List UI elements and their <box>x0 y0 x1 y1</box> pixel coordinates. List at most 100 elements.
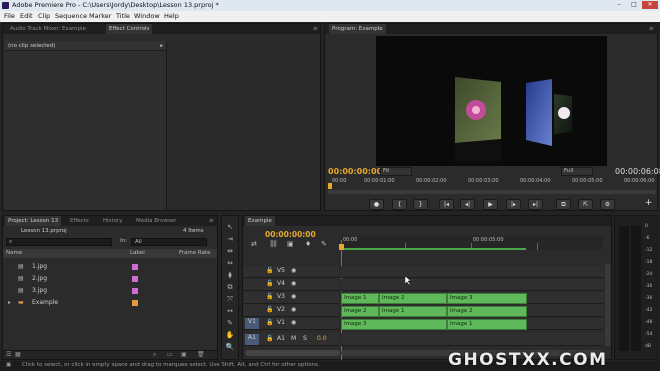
menu-marker[interactable]: Marker <box>89 11 111 22</box>
timeline-clip[interactable]: Image 3 <box>341 319 447 330</box>
lock-icon[interactable]: 🔓 <box>266 306 273 313</box>
work-area-bar[interactable] <box>341 248 526 250</box>
lock-icon[interactable]: 🔓 <box>266 293 273 300</box>
add-marker-button[interactable]: ● <box>369 199 384 210</box>
hand-tool-icon[interactable]: ✋ <box>224 330 236 341</box>
tab-effects[interactable]: Effects <box>67 216 92 226</box>
tab-sequence-example[interactable]: Example <box>245 216 275 226</box>
rate-stretch-tool-icon[interactable]: ↔ <box>224 306 236 317</box>
new-item-icon[interactable]: ▣ <box>181 351 187 358</box>
trash-icon[interactable]: 🗑 <box>197 351 205 358</box>
column-frame-rate[interactable]: Frame Rate <box>179 249 211 258</box>
tab-project[interactable]: Project: Lesson 13 <box>5 216 62 226</box>
column-label[interactable]: Label <box>130 249 145 258</box>
volume-value[interactable]: 0.0 <box>317 335 327 342</box>
vertical-scrollbar[interactable] <box>605 264 610 346</box>
snap-icon[interactable]: ⇄ <box>251 240 257 248</box>
search-input[interactable]: ⌕ <box>6 238 112 246</box>
lock-icon[interactable]: 🔓 <box>266 335 273 342</box>
timeline-timecode[interactable]: 00:00:00:00 <box>265 230 316 239</box>
track-lane-a1[interactable] <box>341 333 603 346</box>
mark-out-button[interactable]: } <box>413 199 428 210</box>
track-lane-v4[interactable] <box>341 279 603 291</box>
timeline-clip[interactable]: Image 1 <box>379 306 447 317</box>
solo-button[interactable]: S <box>303 335 307 342</box>
panel-menu-icon[interactable]: ≡ <box>310 24 321 34</box>
step-forward-button[interactable]: |▸ <box>506 199 521 210</box>
eye-icon[interactable]: ◉ <box>291 306 296 313</box>
rolling-edit-tool-icon[interactable]: ⇔ <box>224 258 236 269</box>
fit-dropdown[interactable]: Fit <box>380 167 412 176</box>
close-button[interactable]: ✕ <box>642 1 658 9</box>
linked-selection-icon[interactable]: ⛓ <box>269 240 278 248</box>
export-frame-button[interactable]: ⧉ <box>556 199 571 210</box>
column-name[interactable]: Name <box>6 249 22 258</box>
source-patch-a1[interactable]: A1 <box>245 334 259 345</box>
in-filter-dropdown[interactable]: All <box>131 238 207 246</box>
find-icon[interactable]: ⌕ <box>153 351 156 359</box>
quality-dropdown[interactable]: Full <box>561 167 593 176</box>
selection-tool-icon[interactable]: ↖ <box>224 222 236 233</box>
timeline-ruler[interactable]: 00:00 00:00:05:00 <box>341 236 603 250</box>
timeline-clip[interactable]: Image 1 <box>341 293 379 304</box>
timeline-clip[interactable]: Image 2 <box>447 306 527 317</box>
zoom-tool-icon[interactable]: 🔍 <box>224 342 236 353</box>
tab-media-browser[interactable]: Media Browser <box>133 216 180 226</box>
timeline-clip[interactable]: Image 1 <box>447 319 527 330</box>
program-ruler[interactable]: 00:00 00:00:01:00 00:00:02:00 00:00:03:0… <box>328 178 656 189</box>
lock-icon[interactable]: 🔓 <box>266 319 273 326</box>
lock-icon[interactable]: 🔓 <box>266 280 273 287</box>
eye-icon[interactable]: ◉ <box>291 293 296 300</box>
panel-menu-icon[interactable]: ≡ <box>206 216 217 226</box>
go-to-in-button[interactable]: |◂ <box>439 199 454 210</box>
track-height-slider[interactable] <box>245 350 340 356</box>
pen-tool-icon[interactable]: ✎ <box>224 318 236 329</box>
ripple-edit-tool-icon[interactable]: ⇹ <box>224 246 236 257</box>
tab-program[interactable]: Program: Example <box>329 24 386 34</box>
step-back-button[interactable]: ◂| <box>460 199 475 210</box>
panel-menu-icon[interactable]: ≡ <box>646 24 657 34</box>
timeline-clip[interactable]: Image 3 <box>447 293 527 304</box>
track-lane-v5[interactable] <box>341 266 603 278</box>
list-view-icon[interactable]: ☰ <box>6 351 11 358</box>
playhead-marker[interactable] <box>339 244 344 250</box>
menu-window[interactable]: Window <box>134 11 160 22</box>
menu-sequence[interactable]: Sequence <box>55 11 87 22</box>
new-bin-icon[interactable]: ▭ <box>167 351 173 358</box>
eye-icon[interactable]: ◉ <box>291 319 296 326</box>
add-marker-icon[interactable]: ▣ <box>287 240 294 248</box>
settings-button[interactable]: ⚙ <box>600 199 615 210</box>
timeline-clip[interactable]: Image 2 <box>341 306 379 317</box>
current-timecode[interactable]: 00:00:00:00 <box>328 167 382 176</box>
menu-file[interactable]: File <box>4 11 15 22</box>
wrench-icon[interactable]: ✎ <box>321 240 327 248</box>
track-select-tool-icon[interactable]: ⇥ <box>224 234 236 245</box>
zoom-scrollbar[interactable] <box>328 190 656 194</box>
mark-in-button[interactable]: { <box>392 199 407 210</box>
menu-clip[interactable]: Clip <box>38 11 50 22</box>
menu-title[interactable]: Title <box>116 11 130 22</box>
minimize-button[interactable]: – <box>612 1 626 9</box>
button-editor-icon[interactable]: + <box>641 199 656 210</box>
eye-icon[interactable]: ◉ <box>291 267 296 274</box>
maximize-button[interactable]: □ <box>627 1 641 9</box>
source-patch-v1[interactable]: V1 <box>245 318 259 329</box>
go-to-out-button[interactable]: ▸| <box>528 199 543 210</box>
clip-selector[interactable]: (no clip selected) ▸ <box>5 41 166 51</box>
tab-audio-track-mixer[interactable]: Audio Track Mixer: Example <box>7 24 89 34</box>
slide-tool-icon[interactable]: ⤧ <box>224 294 236 305</box>
expand-arrow-icon[interactable]: ▸ <box>160 41 163 51</box>
video-frame[interactable] <box>376 36 607 166</box>
mute-button[interactable]: M <box>291 335 296 342</box>
slip-tool-icon[interactable]: ⧉ <box>224 282 236 293</box>
tab-effect-controls[interactable]: Effect Controls <box>106 24 153 34</box>
menu-edit[interactable]: Edit <box>20 11 33 22</box>
timeline-clip[interactable]: Image 2 <box>379 293 447 304</box>
marker-icon[interactable]: ♦ <box>305 240 311 248</box>
lock-icon[interactable]: 🔓 <box>266 267 273 274</box>
play-button[interactable]: ▶ <box>483 199 498 210</box>
lift-button[interactable]: ⇱ <box>578 199 593 210</box>
icon-view-icon[interactable]: ▦ <box>15 351 21 358</box>
disclosure-triangle-icon[interactable]: ▸ <box>8 297 11 309</box>
menu-help[interactable]: Help <box>164 11 179 22</box>
